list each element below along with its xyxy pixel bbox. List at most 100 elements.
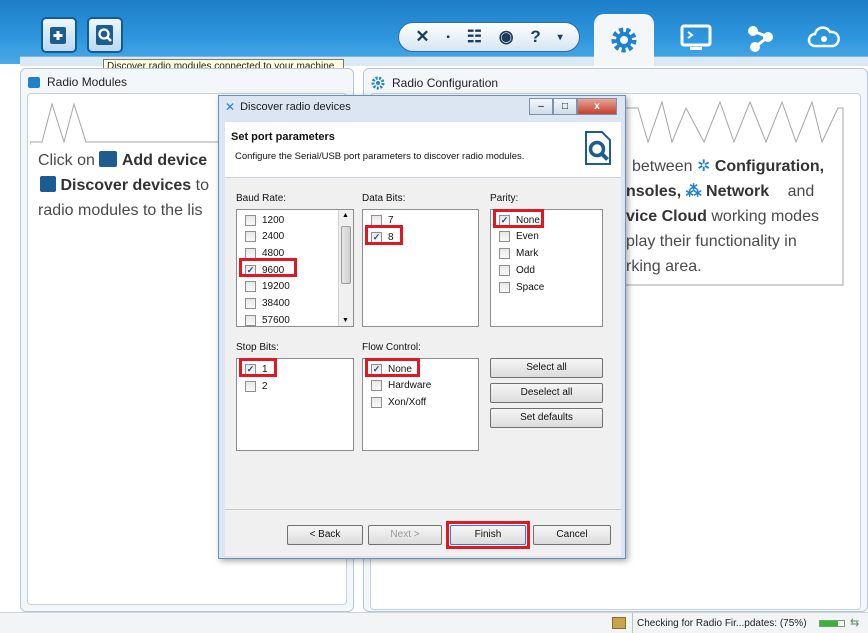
dialog-title: Discover radio devices	[240, 101, 351, 113]
config-line-3: vice Cloud working modes	[626, 208, 819, 225]
list-item[interactable]: Odd	[499, 263, 535, 277]
tab-configuration[interactable]	[594, 14, 654, 66]
radio-modules-header: Radio Modules	[27, 75, 127, 89]
task-icon	[612, 617, 626, 629]
network-inline-icon: ⁂	[685, 183, 702, 200]
discover-devices-button[interactable]	[87, 17, 123, 53]
radio-configuration-header: Radio Configuration	[370, 75, 498, 91]
network-icon	[748, 26, 773, 52]
checkbox[interactable]	[371, 396, 382, 408]
list-item[interactable]: Mark	[499, 246, 538, 260]
highlight-box	[365, 225, 403, 245]
welcome-line-2: Discover devices to	[40, 173, 209, 198]
tab-network[interactable]	[740, 18, 780, 58]
dialog-subheading: Configure the Serial/USB port parameters…	[235, 151, 525, 162]
config-line-1: between ✲ Configuration,	[632, 158, 825, 175]
back-button[interactable]: < Back	[287, 525, 363, 545]
footer-divider	[225, 509, 621, 510]
console-icon	[680, 24, 712, 50]
cancel-button[interactable]: Cancel	[533, 525, 611, 545]
panel-title: Radio Modules	[47, 75, 128, 89]
welcome-line-3: radio modules to the lis	[38, 202, 203, 219]
discover-devices-icon	[96, 25, 113, 45]
checkbox[interactable]	[245, 247, 256, 259]
maximize-button[interactable]: □	[553, 98, 577, 115]
checkbox[interactable]	[499, 264, 510, 276]
tools-icon: ✕	[225, 100, 236, 114]
list-item[interactable]: Hardware	[371, 378, 431, 392]
add-device-inline-icon	[99, 151, 118, 167]
tools-icon[interactable]: ✕	[415, 27, 429, 47]
deselect-all-button[interactable]: Deselect all	[490, 383, 603, 403]
close-button[interactable]: x	[577, 98, 617, 115]
list-item[interactable]: 57600	[245, 313, 290, 326]
list-item[interactable]: 19200	[245, 279, 290, 293]
callout-border	[30, 102, 220, 145]
checkbox[interactable]	[371, 379, 382, 391]
highlight-box	[365, 358, 420, 377]
status-text: Checking for Radio Fir...pdates: (75%)	[637, 618, 807, 629]
gear-icon	[611, 27, 637, 53]
highlight-box	[239, 358, 277, 377]
dialog-titlebar: ✕ Discover radio devices	[225, 100, 351, 114]
dialog-body: Baud Rate: 1200 2400 4800 ✓ 9600 19200 38…	[225, 178, 621, 556]
tab-consoles[interactable]	[676, 18, 716, 58]
task-manager-icon[interactable]: ⇆	[850, 616, 859, 629]
welcome-line-1: Click on Add device	[38, 151, 208, 169]
checkbox[interactable]	[499, 230, 510, 242]
progress-bar	[819, 620, 845, 627]
checkbox[interactable]	[499, 247, 510, 259]
config-line-5: rking area.	[626, 258, 702, 275]
highlight-box	[493, 209, 544, 228]
set-defaults-button[interactable]: Set defaults	[490, 408, 603, 428]
profile-icon[interactable]: ☷	[467, 27, 482, 47]
list-item[interactable]: Xon/Xoff	[371, 395, 426, 409]
minimize-button[interactable]: –	[529, 98, 553, 115]
gear-icon	[371, 76, 385, 90]
tab-device-cloud[interactable]	[804, 18, 844, 58]
baud-rate-label: Baud Rate:	[236, 193, 287, 204]
list-item[interactable]: 38400	[245, 296, 290, 310]
tools-group: ✕ ▪ ☷ ◉ ? ▾	[398, 22, 580, 52]
checkbox[interactable]	[499, 281, 510, 293]
stop-bits-label: Stop Bits:	[236, 342, 279, 353]
list-item[interactable]: 1200	[245, 213, 284, 227]
radio-module-icon	[28, 77, 40, 88]
config-line-2: nsoles, ⁂ Network and	[626, 183, 815, 200]
next-button[interactable]: Next >	[368, 525, 442, 545]
checkbox[interactable]	[245, 297, 256, 309]
list-item[interactable]: Even	[499, 229, 539, 243]
progress-fill	[820, 621, 838, 626]
select-all-button[interactable]: Select all	[490, 358, 603, 378]
flow-control-label: Flow Control:	[362, 342, 421, 353]
status-bar: Checking for Radio Fir...pdates: (75%) ⇆	[0, 612, 868, 633]
parity-label: Parity:	[490, 193, 519, 204]
checkbox[interactable]	[245, 380, 256, 392]
highlight-box	[446, 521, 530, 549]
data-bits-label: Data Bits:	[362, 193, 406, 204]
gear-inline-icon: ✲	[696, 158, 711, 175]
chevron-down-icon[interactable]: ▾	[558, 32, 563, 43]
checkbox[interactable]	[245, 230, 256, 242]
scroll-up-icon[interactable]: ▲	[342, 212, 349, 219]
dialog-heading: Set port parameters	[231, 131, 335, 143]
scrollbar[interactable]: ▲ ▼	[338, 210, 353, 326]
add-device-button[interactable]	[41, 17, 77, 53]
config-line-4: play their functionality in	[626, 233, 797, 250]
list-item[interactable]: 2400	[245, 229, 284, 243]
feedback-icon[interactable]: ◉	[499, 27, 514, 47]
checkbox[interactable]	[245, 280, 256, 292]
cloud-icon	[807, 26, 840, 48]
checkbox[interactable]	[371, 214, 382, 226]
list-item[interactable]: Space	[499, 280, 544, 294]
help-icon[interactable]: ?	[530, 27, 540, 47]
window-controls: – □ x	[529, 98, 617, 115]
checkbox[interactable]	[245, 214, 256, 226]
checkbox[interactable]	[245, 314, 256, 326]
list-item[interactable]: 2	[245, 379, 268, 393]
discover-radio-devices-dialog: ✕ Discover radio devices – □ x Set port …	[218, 95, 626, 559]
scroll-down-icon[interactable]: ▼	[342, 317, 349, 324]
dropdown-dot: ▪	[446, 31, 450, 43]
status-divider	[632, 613, 633, 633]
scroll-thumb[interactable]	[341, 226, 351, 284]
